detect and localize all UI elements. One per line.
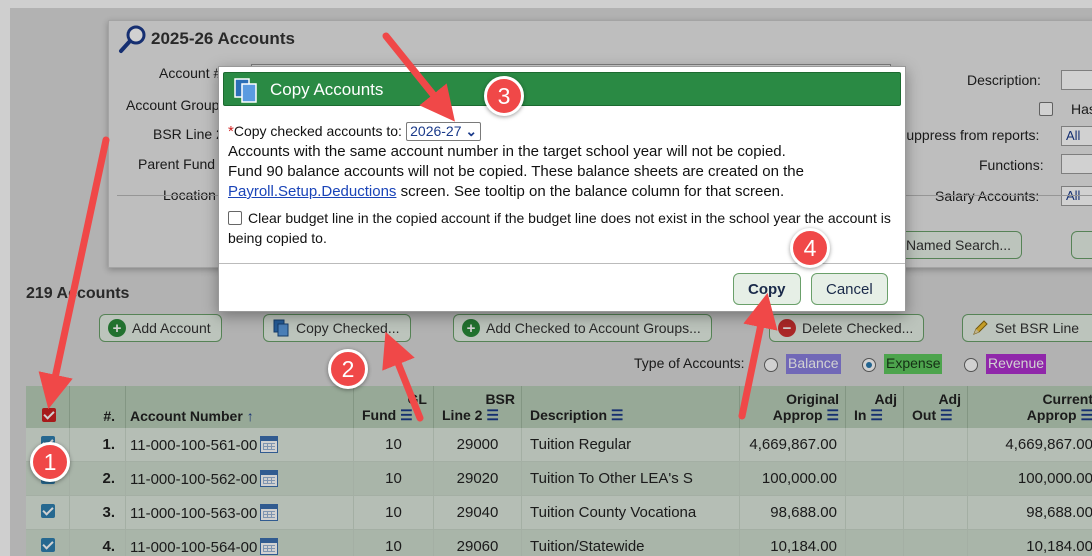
arrow-1 [38,136,110,410]
annotation-badge-1: 1 [30,442,70,482]
annotation-badge-2: 2 [328,349,368,389]
arrow-3 [382,32,455,122]
annotation-badge-4: 4 [790,228,830,268]
annotation-arrows [38,32,778,422]
arrow-2 [382,331,424,422]
arrow-4 [738,292,778,420]
annotation-badge-3: 3 [484,76,524,116]
